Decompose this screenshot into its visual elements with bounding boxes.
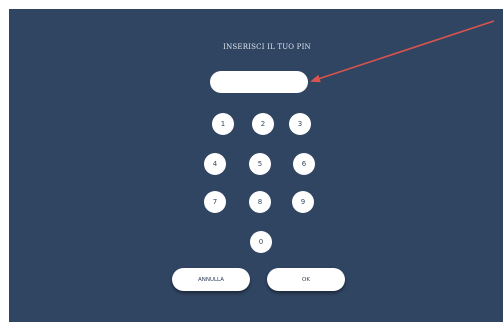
key-7[interactable]: 7: [204, 191, 226, 213]
key-1[interactable]: 1: [212, 113, 234, 135]
cancel-button[interactable]: ANNULLA: [172, 268, 250, 291]
key-9[interactable]: 9: [292, 191, 314, 213]
key-3[interactable]: 3: [289, 113, 311, 135]
key-2[interactable]: 2: [252, 113, 274, 135]
pin-screen: INSERISCI IL TUO PIN 1 2 3 4 5 6 7 8 9 0…: [9, 9, 503, 322]
key-8[interactable]: 8: [249, 191, 271, 213]
keypad: 1 2 3 4 5 6 7 8 9 0: [9, 9, 503, 322]
ok-button[interactable]: OK: [267, 268, 345, 291]
key-5[interactable]: 5: [249, 153, 271, 175]
key-6[interactable]: 6: [293, 153, 315, 175]
key-0[interactable]: 0: [250, 231, 272, 253]
key-4[interactable]: 4: [204, 153, 226, 175]
